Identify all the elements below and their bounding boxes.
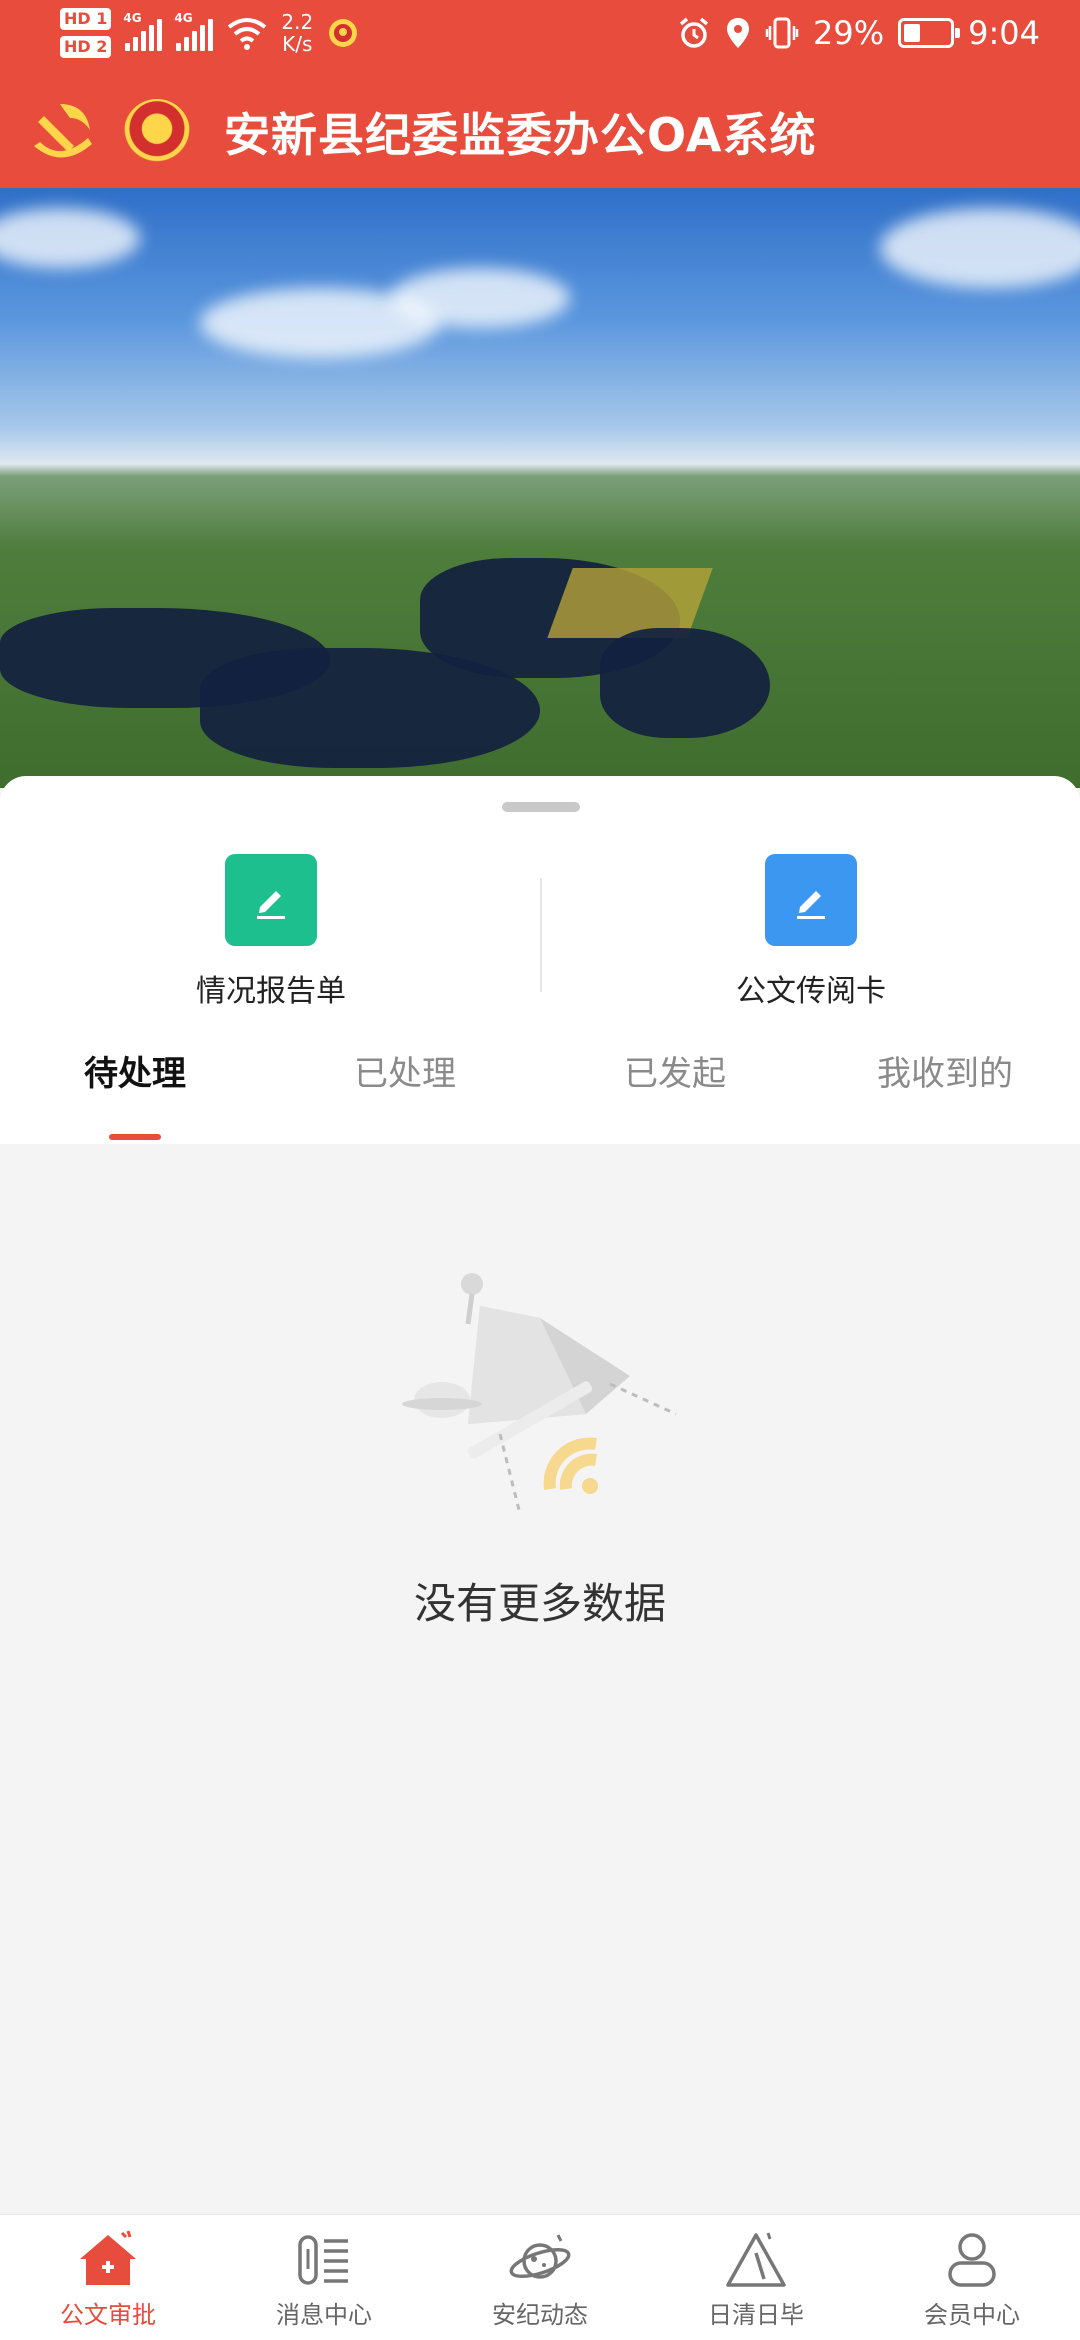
vibrate-icon bbox=[765, 17, 799, 49]
app-header: 安新县纪委监委办公OA系统 bbox=[0, 76, 1080, 188]
edit-icon bbox=[765, 854, 857, 946]
quick-action-report[interactable]: 情况报告单 bbox=[121, 854, 421, 1010]
bottom-navigation: 公文审批 消息中心 安纪动态 日清日毕 会员中心 bbox=[0, 2214, 1080, 2340]
party-emblem-icon bbox=[34, 104, 92, 158]
quick-action-label: 公文传阅卡 bbox=[736, 974, 886, 1009]
nav-item-daily-tasks[interactable]: 日清日毕 bbox=[648, 2215, 864, 2340]
signal-icon: 4G bbox=[123, 11, 163, 51]
tab-processed[interactable]: 已处理 bbox=[270, 1046, 540, 1095]
nav-item-anji-news[interactable]: 安纪动态 bbox=[432, 2215, 648, 2340]
network-type-label: 4G bbox=[174, 11, 193, 25]
tab-received[interactable]: 我收到的 bbox=[810, 1046, 1080, 1095]
quick-action-circulation[interactable]: 公文传阅卡 bbox=[661, 854, 961, 1010]
signal-icon: 4G bbox=[174, 11, 214, 51]
house-icon bbox=[80, 2230, 136, 2285]
tab-pending[interactable]: 待处理 bbox=[0, 1046, 270, 1095]
sim1-label: HD 1 bbox=[60, 8, 112, 30]
divider bbox=[540, 878, 542, 992]
tab-bar: 待处理 已处理 已发起 我收到的 bbox=[0, 1016, 1080, 1144]
empty-message: 没有更多数据 bbox=[413, 1579, 666, 1628]
edit-icon bbox=[225, 854, 317, 946]
wifi-icon bbox=[228, 18, 267, 50]
national-emblem-icon bbox=[124, 99, 190, 165]
content-card: 情况报告单 公文传阅卡 待处理 已处理 已发起 我收到的 bbox=[0, 776, 1080, 1144]
quick-action-label: 情况报告单 bbox=[196, 974, 346, 1009]
nav-item-label: 安纪动态 bbox=[492, 2301, 588, 2329]
drag-handle[interactable] bbox=[502, 802, 580, 812]
tab-initiated[interactable]: 已发起 bbox=[540, 1046, 810, 1095]
network-type-label: 4G bbox=[123, 11, 142, 25]
clock: 9:04 bbox=[968, 14, 1040, 52]
empty-state: 没有更多数据 bbox=[0, 1144, 1080, 2214]
nav-item-label: 会员中心 bbox=[924, 2301, 1020, 2329]
nav-item-document-approval[interactable]: 公文审批 bbox=[0, 2215, 216, 2340]
empty-bell-icon bbox=[402, 1273, 677, 1515]
battery-icon bbox=[898, 18, 961, 48]
active-tab-indicator bbox=[109, 1134, 161, 1140]
battery-percent: 29% bbox=[813, 14, 885, 52]
nav-item-label: 公文审批 bbox=[60, 2301, 156, 2329]
nav-item-message-center[interactable]: 消息中心 bbox=[216, 2215, 432, 2340]
nav-item-label: 日清日毕 bbox=[708, 2301, 804, 2329]
alarm-icon bbox=[679, 17, 709, 48]
status-bar: HD 1 HD 2 4G 4G 2.2 K/s 29% 9:04 bbox=[0, 0, 1080, 76]
sim2-label: HD 2 bbox=[60, 36, 112, 58]
location-icon bbox=[727, 18, 750, 48]
nav-item-label: 消息中心 bbox=[276, 2301, 372, 2329]
triangle-icon bbox=[726, 2232, 786, 2287]
emblem-notification-icon bbox=[329, 19, 358, 47]
message-list-icon bbox=[298, 2235, 348, 2285]
speed-value: 2.2 bbox=[281, 10, 314, 34]
user-icon bbox=[948, 2233, 996, 2287]
banner-image bbox=[0, 188, 1080, 788]
page-title: 安新县纪委监委办公OA系统 bbox=[224, 108, 817, 162]
sim-indicators: HD 1 HD 2 bbox=[60, 8, 112, 58]
speed-unit: K/s bbox=[282, 32, 313, 56]
network-speed: 2.2 K/s bbox=[281, 11, 313, 55]
planet-icon bbox=[509, 2234, 571, 2279]
nav-item-member-center[interactable]: 会员中心 bbox=[864, 2215, 1080, 2340]
